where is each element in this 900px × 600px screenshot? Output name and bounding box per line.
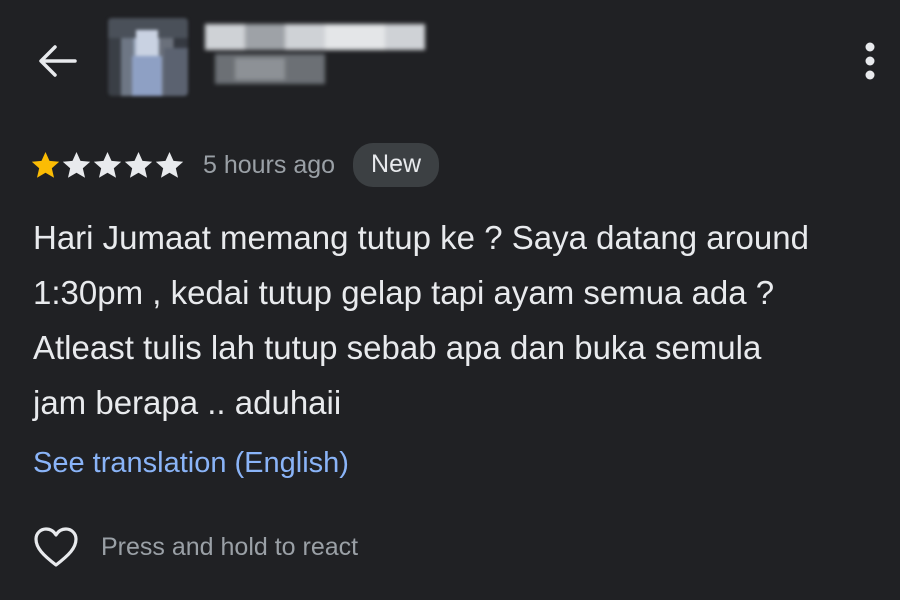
see-translation-link[interactable]: See translation (English) xyxy=(33,447,349,480)
review-header xyxy=(0,0,900,120)
react-row[interactable]: Press and hold to react xyxy=(33,522,358,572)
react-button[interactable] xyxy=(33,524,79,570)
heart-outline-icon xyxy=(34,527,78,567)
star-rating xyxy=(30,150,185,181)
more-options-button[interactable] xyxy=(852,38,888,84)
reviewer-name-redacted[interactable] xyxy=(205,20,425,90)
review-text: Hari Jumaat memang tutup ke ? Saya datan… xyxy=(33,219,809,421)
react-label: Press and hold to react xyxy=(101,532,359,561)
back-button[interactable] xyxy=(32,38,82,84)
new-badge: New xyxy=(353,143,440,187)
rating-row: 5 hours ago New xyxy=(30,140,440,190)
arrow-back-icon xyxy=(39,45,77,77)
more-vertical-icon xyxy=(865,42,875,80)
star-empty-icon xyxy=(155,151,184,178)
star-filled-icon xyxy=(31,151,60,178)
star-empty-icon xyxy=(124,151,153,178)
review-time: 5 hours ago xyxy=(203,150,336,179)
star-empty-icon xyxy=(62,151,91,178)
avatar[interactable] xyxy=(108,18,188,96)
star-empty-icon xyxy=(93,151,122,178)
